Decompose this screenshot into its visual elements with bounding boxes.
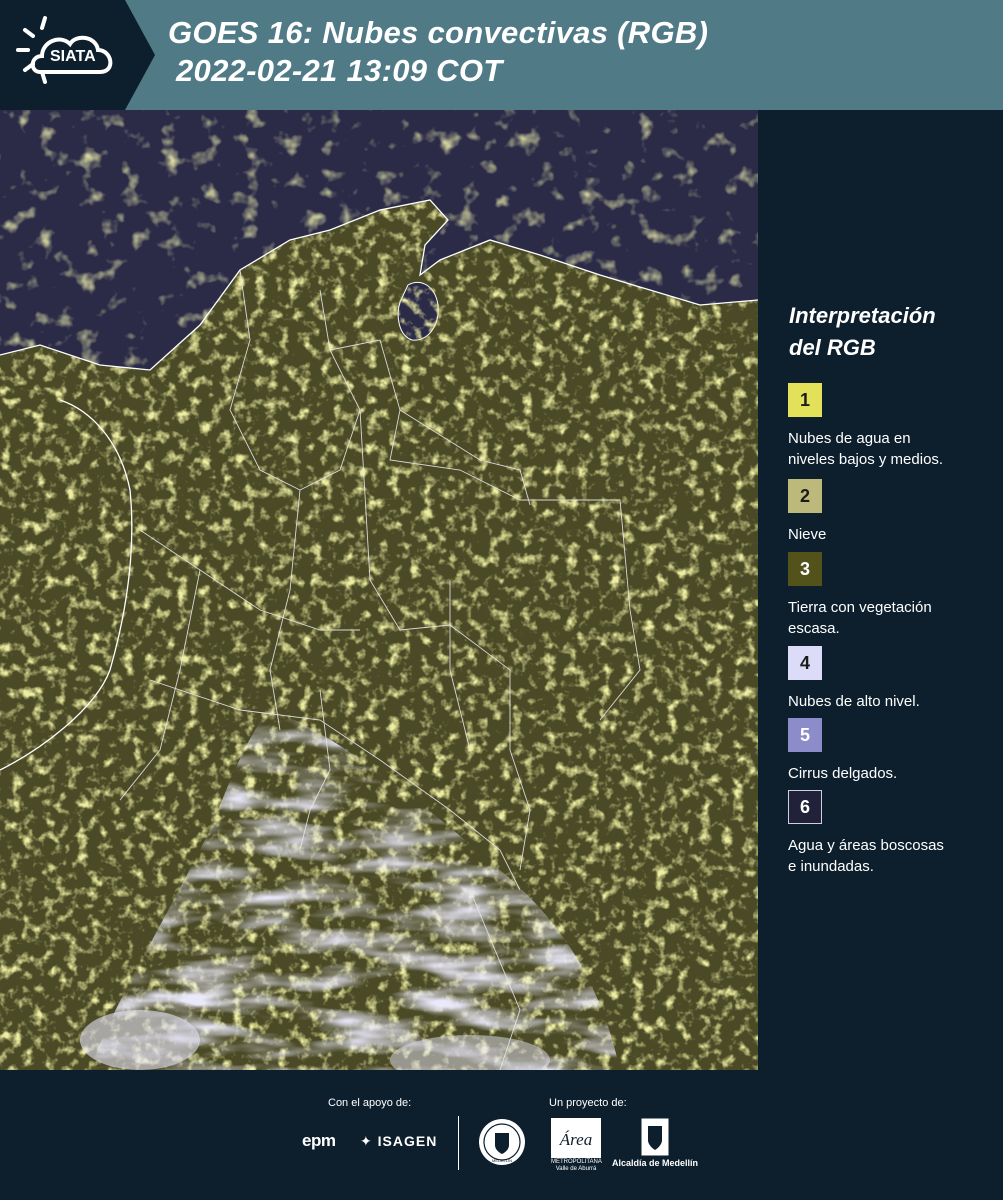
isagen-icon: ✦ [360,1133,373,1149]
alcaldia-shield-icon[interactable] [641,1118,669,1156]
svg-text:SIATA: SIATA [50,48,96,65]
title-line-1: GOES 16: Nubes convectivas (RGB) [168,15,709,50]
legend-item-5: 5 Cirrus delgados. [788,718,998,784]
title-line-2: 2022-02-21 13:09 COT [176,53,503,88]
siata-logo[interactable]: SIATA [0,0,155,110]
legend-label: Tierra con vegetación escasa. [788,599,932,637]
cloud-puff [80,1010,200,1070]
legend-label: Nieve [788,526,827,543]
header-banner: SIATA GOES 16: Nubes convectivas (RGB) 2… [0,0,1003,110]
legend-label: Agua y áreas boscosas e inundadas. [788,837,944,875]
legend-label: Nubes de agua en niveles bajos y medios. [788,430,944,468]
legend-title-line-1: Interpretación [789,303,936,328]
project-label: Un proyecto de: [549,1097,627,1109]
satellite-image [0,110,758,1070]
alcaldia-logo-text[interactable]: Alcaldía de Medellín [612,1158,698,1168]
legend-label: Nubes de alto nivel. [788,693,920,710]
area-metropolitana-subtitle: METROPOLITANA Valle de Aburrá [551,1159,602,1172]
medellin-seal-icon[interactable]: MEDELLÍN [477,1117,527,1167]
legend-panel: Interpretación del RGB 1 Nubes de agua e… [758,110,1003,1070]
support-label: Con el apoyo de: [328,1097,412,1109]
legend-swatch: 6 [788,790,822,824]
footer-sponsors: Con el apoyo de: Un proyecto de: epm ✦ I… [0,1070,1003,1200]
svg-text:MEDELLÍN: MEDELLÍN [492,1158,512,1163]
legend-title: Interpretación del RGB [789,300,936,364]
svg-text:Área: Área [559,1130,592,1149]
legend-label: Cirrus delgados. [788,765,898,782]
legend-swatch: 2 [788,479,822,513]
isagen-logo[interactable]: ✦ ISAGEN [360,1133,437,1150]
legend-item-6: 6 Agua y áreas boscosas e inundadas. [788,790,998,877]
siata-logo-icon: SIATA [0,0,155,110]
legend-swatch: 3 [788,552,822,586]
footer-divider [458,1116,459,1170]
area-metropolitana-logo[interactable]: Área [551,1118,601,1158]
satellite-map[interactable] [0,110,758,1070]
legend-item-4: 4 Nubes de alto nivel. [788,646,998,712]
legend-swatch: 5 [788,718,822,752]
legend-item-3: 3 Tierra con vegetación escasa. [788,552,998,639]
legend-title-line-2: del RGB [789,335,876,360]
epm-logo[interactable]: epm [302,1131,336,1151]
legend-item-2: 2 Nieve [788,479,998,545]
legend-swatch: 4 [788,646,822,680]
legend-item-1: 1 Nubes de agua en niveles bajos y medio… [788,383,998,470]
legend-swatch: 1 [788,383,822,417]
page-title: GOES 16: Nubes convectivas (RGB) 2022-02… [168,14,708,90]
